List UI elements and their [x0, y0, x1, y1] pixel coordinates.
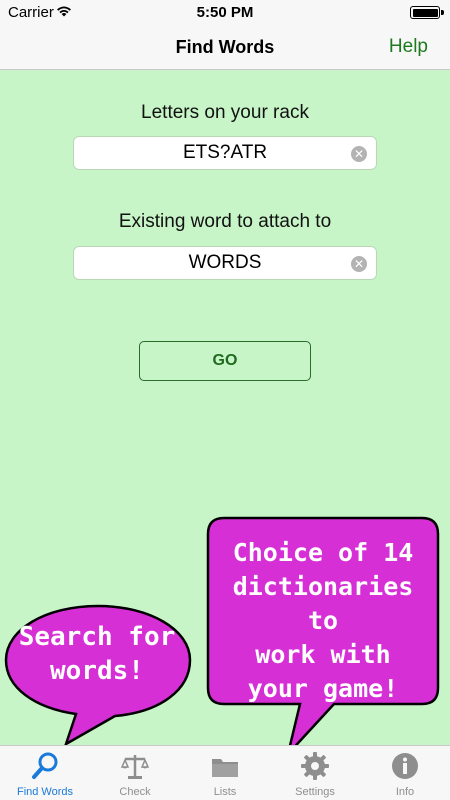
tab-info[interactable]: Info	[360, 746, 450, 800]
callout-right-line: dictionaries to	[232, 572, 414, 635]
callout-left-line: words!	[50, 656, 144, 686]
tab-find-words[interactable]: Find Words	[0, 746, 90, 800]
tab-label: Settings	[295, 786, 335, 798]
rack-input[interactable]	[74, 137, 376, 169]
folder-icon	[212, 759, 238, 777]
attach-label: Existing word to attach to	[118, 211, 332, 232]
gear-icon	[301, 752, 329, 780]
clock: 5:50 PM	[196, 4, 254, 21]
clear-attach-icon[interactable]: ✕	[351, 256, 367, 272]
callout-right-line: work with	[255, 640, 391, 669]
tab-label: Find Words	[16, 786, 74, 798]
callout-right: Choice of 14 dictionaries to work with y…	[212, 536, 434, 706]
help-button[interactable]: Help	[389, 36, 428, 58]
scales-icon	[120, 755, 150, 779]
tab-lists[interactable]: Lists	[180, 746, 270, 800]
tab-settings[interactable]: Settings	[270, 746, 360, 800]
info-icon	[392, 753, 418, 779]
tab-label: Lists	[213, 786, 237, 798]
callout-left-line: Search for	[18, 622, 176, 652]
go-button[interactable]: GO	[139, 341, 311, 381]
tab-label: Check	[119, 786, 151, 798]
attach-word-input[interactable]	[74, 247, 376, 279]
rack-field-container: ✕	[73, 136, 377, 170]
battery-icon	[410, 6, 444, 19]
clear-rack-icon[interactable]: ✕	[351, 146, 367, 162]
rack-label: Letters on your rack	[141, 102, 309, 123]
navigation-bar: Find Words Help	[0, 26, 450, 70]
callout-left: Search for words!	[12, 620, 182, 688]
callout-right-line: your game!	[247, 674, 399, 703]
callout-right-line: Choice of 14	[232, 538, 414, 567]
page-title: Find Words	[175, 37, 275, 57]
tab-check[interactable]: Check	[90, 746, 180, 800]
tab-label: Info	[395, 786, 415, 798]
attach-field-container: ✕	[73, 246, 377, 280]
tab-bar: Find Words Check Lists Settings Info	[0, 745, 450, 800]
magnifier-icon	[32, 752, 58, 779]
status-bar: Carrier 5:50 PM	[0, 0, 450, 26]
